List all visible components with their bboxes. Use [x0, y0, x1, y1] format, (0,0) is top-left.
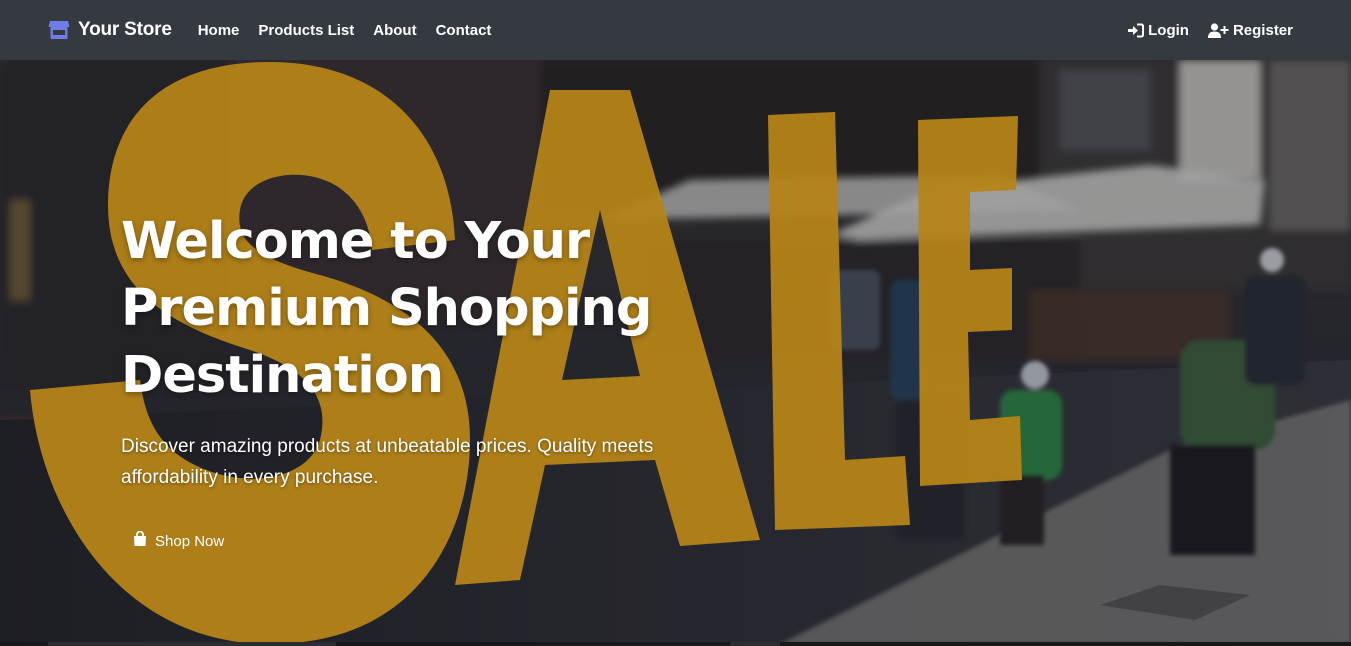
hero-title: Welcome to Your Premium Shopping Destina…: [121, 208, 681, 409]
sign-in-icon: [1127, 23, 1145, 38]
shop-now-button[interactable]: Shop Now: [133, 530, 225, 551]
nav-home-link[interactable]: Home: [198, 22, 240, 39]
register-label: Register: [1232, 21, 1293, 39]
register-link[interactable]: Register: [1207, 21, 1293, 39]
nav-products-list-link[interactable]: Products List: [258, 22, 354, 39]
bottom-edge: [0, 642, 1351, 646]
main-nav: Home Products List About Contact: [198, 22, 492, 39]
hero-title-line: Welcome to Your: [121, 212, 590, 271]
hero-content: Welcome to Your Premium Shopping Destina…: [121, 208, 681, 552]
auth-nav: Login Register: [1127, 22, 1293, 39]
brand-link[interactable]: Your Store: [48, 19, 172, 41]
store-icon: [48, 20, 70, 40]
user-plus-icon: [1207, 22, 1229, 38]
hero-section: Welcome to Your Premium Shopping Destina…: [0, 60, 1351, 644]
hero-title-line: Premium Shopping: [121, 279, 652, 338]
login-link[interactable]: Login: [1127, 22, 1189, 39]
hero-title-line: Destination: [121, 346, 444, 405]
shop-now-label: Shop Now: [155, 532, 225, 550]
nav-contact-link[interactable]: Contact: [436, 22, 492, 39]
login-label: Login: [1148, 21, 1189, 39]
hero-subtitle: Discover amazing products at unbeatable …: [121, 436, 654, 488]
navbar: Your Store Home Products List About Cont…: [0, 0, 1351, 60]
nav-about-link[interactable]: About: [373, 22, 416, 39]
brand-name: Your Store: [78, 19, 172, 40]
shopping-bag-icon: [133, 530, 147, 551]
